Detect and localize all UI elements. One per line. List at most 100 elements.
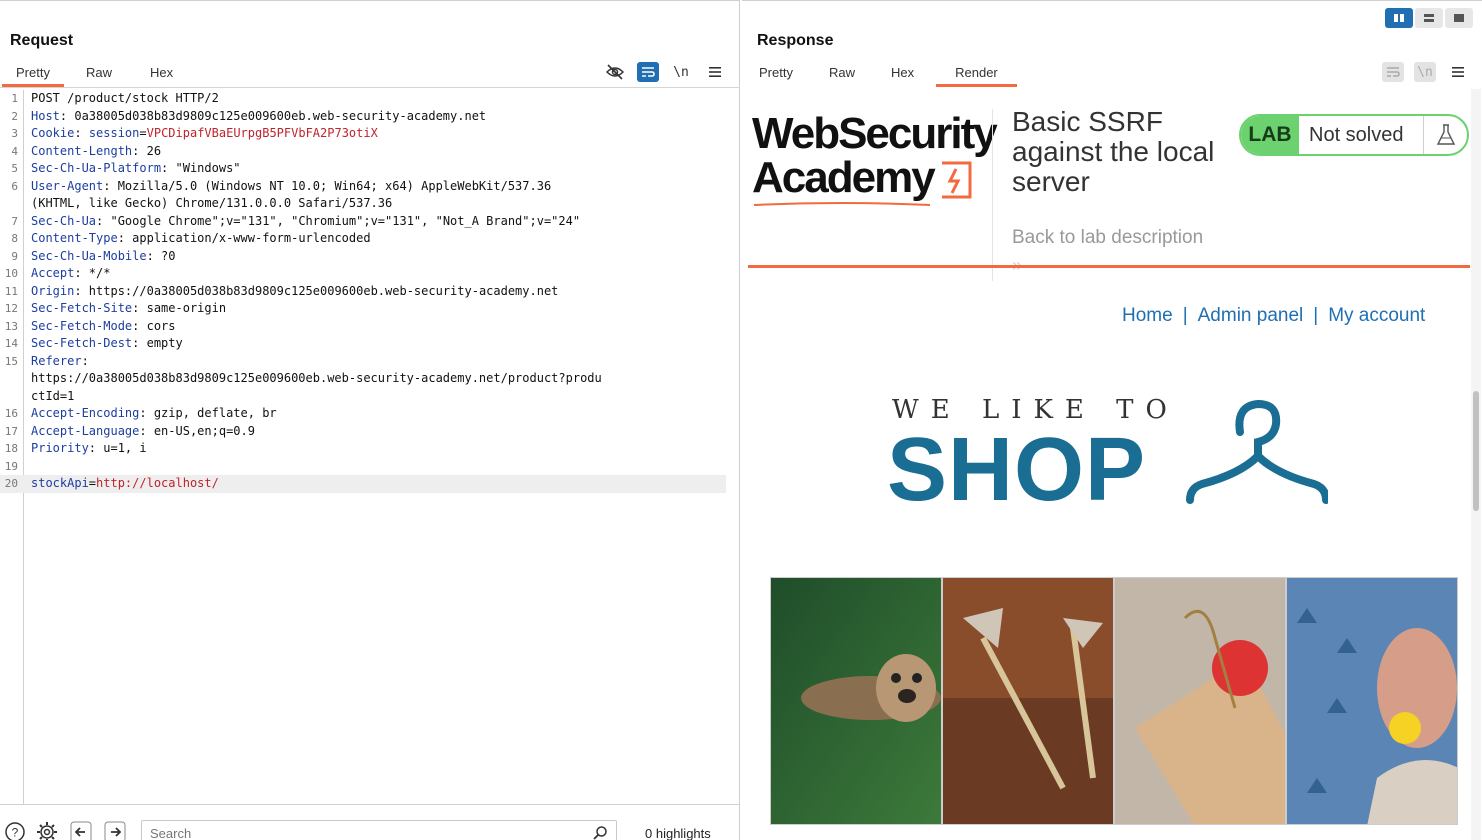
line-code: Cookie: session=VPCDipafVBaEUrpgB5PFVbFA… xyxy=(31,125,378,143)
editor-line[interactable]: 1 POST /product/stock HTTP/2 xyxy=(0,90,726,108)
nav-my-account-link[interactable]: My account xyxy=(1328,305,1425,327)
header-name: Origin xyxy=(31,283,75,298)
line-code: ctId=1 xyxy=(31,388,74,406)
request-bottom-bar: ? 0 highlights xyxy=(0,804,740,840)
editor-line[interactable]: 9 Sec-Ch-Ua-Mobile: ?0 xyxy=(0,248,726,266)
editor-line[interactable]: 15 Referer: xyxy=(0,353,726,371)
logo-line-2: Academy xyxy=(752,153,936,202)
line-code: Sec-Ch-Ua-Platform: "Windows" xyxy=(31,160,241,178)
header-value: : xyxy=(81,353,89,368)
show-newlines-icon[interactable]: \n xyxy=(669,61,693,83)
product-image-darts[interactable] xyxy=(942,577,1114,825)
editor-line[interactable]: 7 Sec-Ch-Ua: "Google Chrome";v="131", "Ch… xyxy=(0,213,726,231)
editor-line[interactable]: 16 Accept-Encoding: gzip, deflate, br xyxy=(0,405,726,423)
back-arrow-icon[interactable] xyxy=(70,821,92,840)
menu-icon[interactable] xyxy=(703,61,727,83)
header-name: Sec-Fetch-Dest xyxy=(31,336,133,350)
line-number: 2 xyxy=(11,109,18,123)
header-value: : 26 xyxy=(132,143,162,158)
editor-line[interactable]: 2 Host: 0a38005d038b83d9809c125e009600eb.… xyxy=(0,108,726,126)
render-scrollbar-thumb[interactable] xyxy=(1473,391,1479,511)
line-code: User-Agent: Mozilla/5.0 (Windows NT 10.0… xyxy=(31,178,551,196)
request-tab-raw[interactable]: Raw xyxy=(72,63,126,87)
editor-line[interactable]: 17 Accept-Language: en-US,en;q=0.9 xyxy=(0,423,726,441)
word-wrap-icon[interactable] xyxy=(637,62,659,82)
header-name: Accept-Language xyxy=(31,423,140,438)
editor-line[interactable]: https://0a38005d038b83d9809c125e009600eb… xyxy=(0,370,726,388)
editor-line[interactable]: 8 Content-Type: application/x-www-form-ur… xyxy=(0,230,726,248)
product-image-lemon-face[interactable] xyxy=(1286,577,1458,825)
product-image-mousetrap[interactable] xyxy=(1114,577,1286,825)
nav-home-link[interactable]: Home xyxy=(1122,305,1173,327)
editor-line[interactable]: (KHTML, like Gecko) Chrome/131.0.0.0 Saf… xyxy=(0,195,726,213)
hanger-icon xyxy=(1186,399,1328,504)
header-name: Host xyxy=(31,108,60,123)
editor-line[interactable]: 19 xyxy=(0,458,726,476)
request-tab-divider xyxy=(0,87,740,88)
nav-admin-panel-link[interactable]: Admin panel xyxy=(1198,305,1304,327)
show-newlines-icon[interactable]: \n xyxy=(1414,62,1436,82)
product-image-owl-pug[interactable] xyxy=(770,577,942,825)
line-code: Accept: */* xyxy=(31,265,110,283)
editor-line[interactable]: 3 Cookie: session=VPCDipafVBaEUrpgB5PFVbF… xyxy=(0,125,726,143)
request-title: Request xyxy=(10,32,74,49)
editor-line[interactable]: 18 Priority: u=1, i xyxy=(0,440,726,458)
header-name: Accept-Encoding xyxy=(31,406,140,420)
header-name: Accept xyxy=(31,266,75,280)
line-number: 17 xyxy=(4,424,18,438)
product-grid xyxy=(770,577,1470,825)
menu-icon[interactable] xyxy=(1446,61,1470,83)
line-code: Sec-Ch-Ua-Mobile: ?0 xyxy=(31,248,176,266)
line-number: 8 xyxy=(11,232,18,245)
logo-line-1: WebSecurity xyxy=(752,109,998,158)
back-to-lab-link[interactable]: Back to lab description xyxy=(1012,227,1203,249)
settings-gear-icon[interactable] xyxy=(36,821,58,840)
editor-line[interactable]: 12 Sec-Fetch-Site: same-origin xyxy=(0,300,726,318)
response-tab-raw[interactable]: Raw xyxy=(815,63,869,87)
editor-line[interactable]: 20 stockApi=http://localhost/ xyxy=(0,475,726,493)
forward-arrow-icon[interactable] xyxy=(104,821,126,840)
editor-line[interactable]: 5 Sec-Ch-Ua-Platform: "Windows" xyxy=(0,160,726,178)
request-tabs: Pretty Raw Hex xyxy=(2,63,197,87)
header-name: session xyxy=(88,126,140,140)
header-value: : gzip, deflate, br xyxy=(139,406,277,420)
request-editor[interactable]: 1 POST /product/stock HTTP/2 2 Host: 0a3800… xyxy=(0,90,740,804)
editor-line[interactable]: 4 Content-Length: 26 xyxy=(0,143,726,161)
line-code: Accept-Encoding: gzip, deflate, br xyxy=(31,405,277,423)
hide-nonprintable-icon[interactable] xyxy=(603,61,627,83)
editor-line[interactable]: ctId=1 xyxy=(0,388,726,406)
request-toolbar: \n xyxy=(603,61,727,83)
logo-swoosh-icon xyxy=(753,202,931,206)
header-value: : ?0 xyxy=(146,248,176,263)
header-name: Referer xyxy=(31,353,82,368)
request-tab-pretty[interactable]: Pretty xyxy=(2,63,64,87)
header-value: = xyxy=(139,126,147,140)
editor-line[interactable]: 6 User-Agent: Mozilla/5.0 (Windows NT 10.… xyxy=(0,178,726,196)
editor-line[interactable]: 10 Accept: */* xyxy=(0,265,726,283)
response-tab-pretty[interactable]: Pretty xyxy=(745,63,807,87)
header-value: : u=1, i xyxy=(88,441,147,455)
editor-line[interactable]: 13 Sec-Fetch-Mode: cors xyxy=(0,318,726,336)
header-name: Sec-Ch-Ua-Platform xyxy=(31,161,162,175)
search-icon[interactable] xyxy=(592,825,608,840)
line-number: 16 xyxy=(4,407,18,420)
header-value: POST /product/stock HTTP/2 xyxy=(31,91,219,105)
param-value: http://localhost/ xyxy=(96,476,219,490)
response-tab-render[interactable]: Render xyxy=(936,63,1017,87)
header-value: : cors xyxy=(132,318,176,333)
header-value: : Mozilla/5.0 (Windows NT 10.0; Win64; x… xyxy=(103,178,552,193)
help-icon[interactable]: ? xyxy=(4,821,26,840)
request-tab-hex[interactable]: Hex xyxy=(136,63,187,87)
editor-line[interactable]: 11 Origin: https://0a38005d038b83d9809c12… xyxy=(0,283,726,301)
line-number: 1 xyxy=(11,92,18,105)
line-code: Content-Type: application/x-www-form-url… xyxy=(31,230,371,248)
line-number: 10 xyxy=(4,267,18,280)
word-wrap-icon[interactable] xyxy=(1382,62,1404,82)
search-box xyxy=(141,820,617,840)
response-tab-hex[interactable]: Hex xyxy=(877,63,928,87)
header-value: : "Google Chrome";v="131", "Chromium";v=… xyxy=(96,213,581,228)
editor-line[interactable]: 14 Sec-Fetch-Dest: empty xyxy=(0,335,726,353)
nav-separator: | xyxy=(1313,305,1319,326)
lab-status: Not solved xyxy=(1309,123,1404,146)
search-input[interactable] xyxy=(142,821,582,840)
